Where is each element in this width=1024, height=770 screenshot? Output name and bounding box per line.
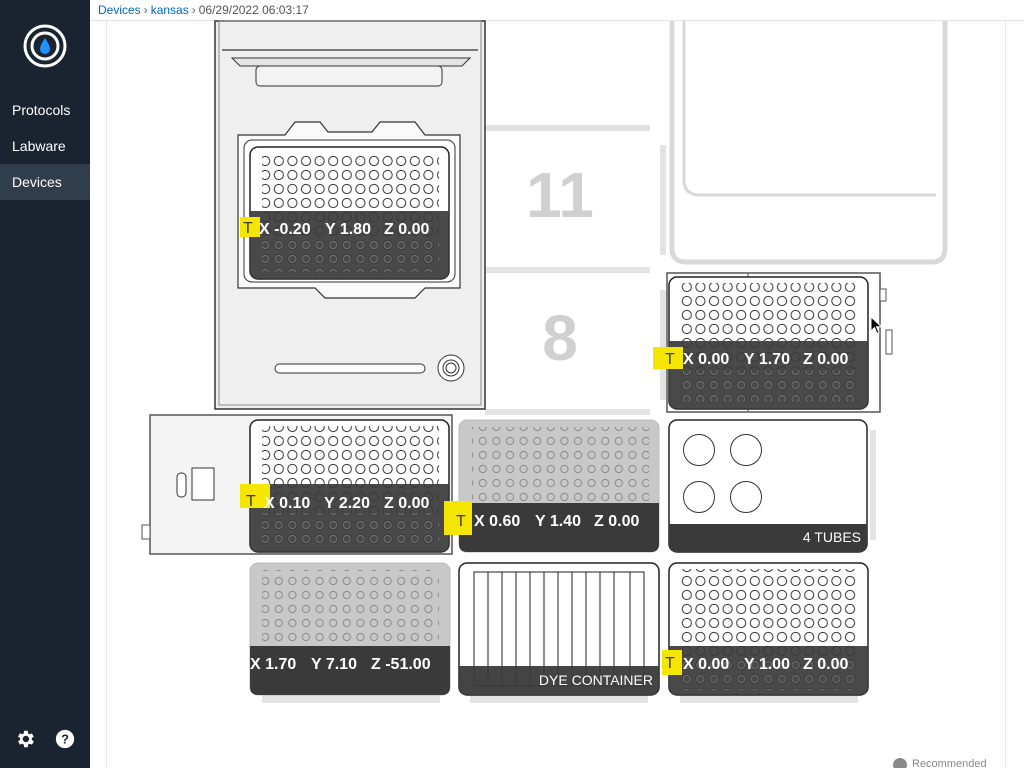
breadcrumb-devices[interactable]: Devices [98, 3, 141, 17]
gear-icon[interactable] [14, 728, 36, 750]
recommended-label: Recommended [912, 758, 987, 770]
help-icon[interactable]: ? [54, 728, 76, 750]
nav-devices[interactable]: Devices [0, 164, 90, 200]
nav-labware[interactable]: Labware [0, 128, 90, 164]
svg-text:?: ? [61, 732, 69, 747]
breadcrumb-separator: › [191, 3, 196, 17]
breadcrumb-separator: › [143, 3, 148, 17]
deck-map-panel [106, 21, 1006, 768]
breadcrumb-timestamp: 06/29/2022 06:03:17 [198, 3, 309, 17]
app-logo-icon [23, 24, 67, 68]
mouse-cursor-icon [870, 316, 883, 335]
breadcrumb: Devices › kansas › 06/29/2022 06:03:17 [90, 0, 1024, 21]
sidebar: Protocols Labware Devices ? [0, 0, 90, 768]
breadcrumb-robot[interactable]: kansas [151, 3, 189, 17]
nav-protocols[interactable]: Protocols [0, 92, 90, 128]
